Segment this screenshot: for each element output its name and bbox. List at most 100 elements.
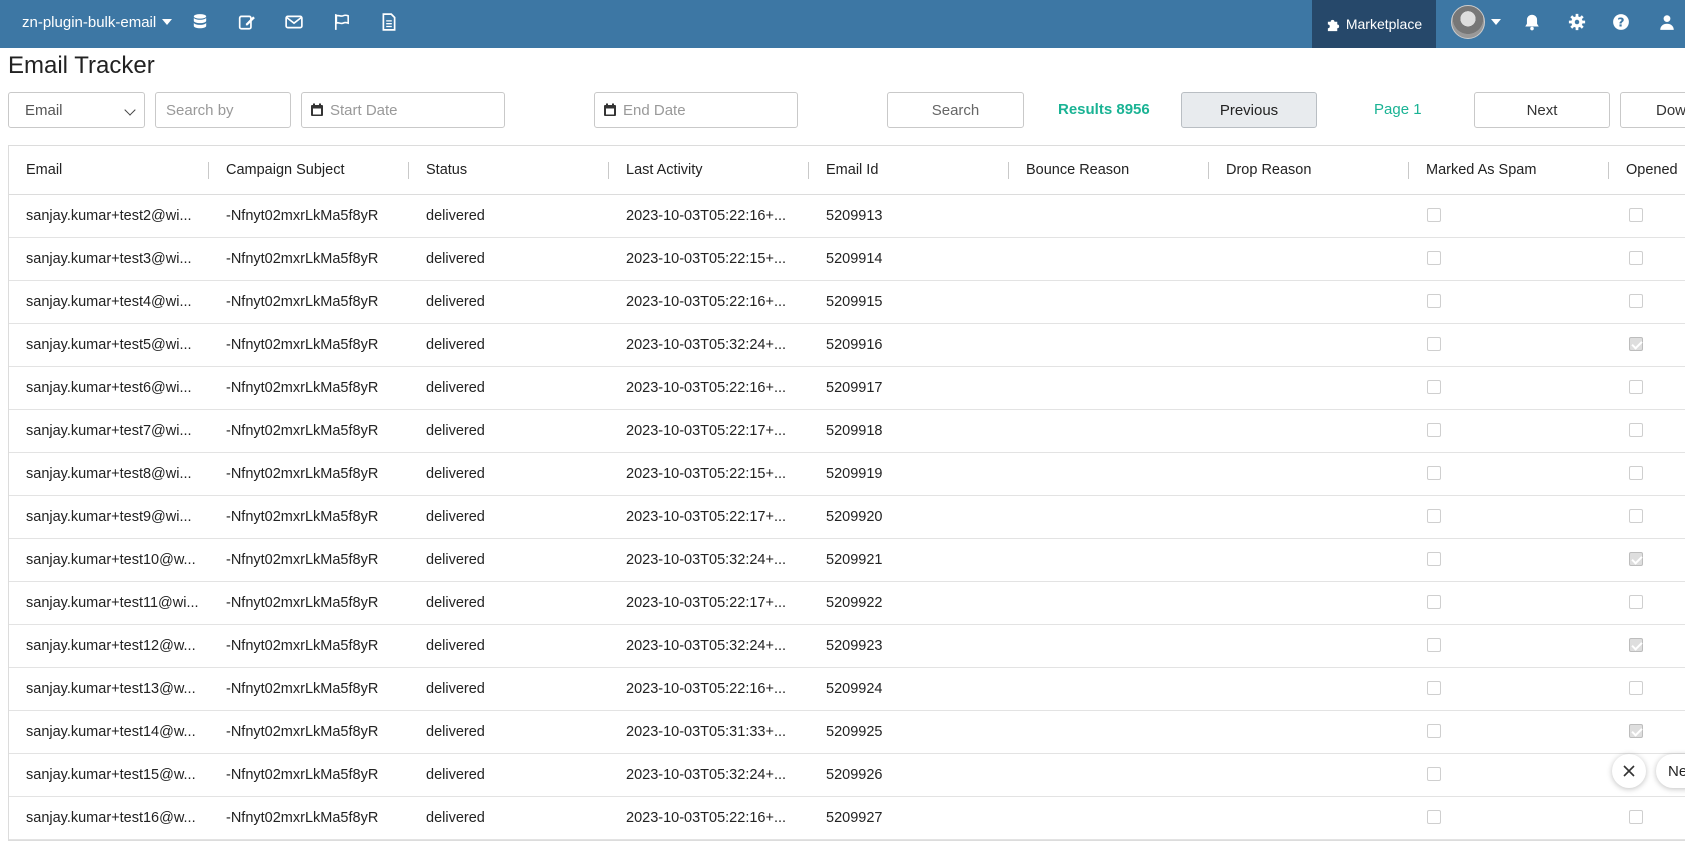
opened-checkbox[interactable] [1629,724,1643,738]
marked-as-spam-checkbox[interactable] [1427,294,1441,308]
page-indicator: Page 1 [1374,101,1422,118]
opened-checkbox[interactable] [1629,380,1643,394]
opened-checkbox[interactable] [1629,251,1643,265]
calendar-icon [604,103,616,116]
column-resize-handle[interactable] [408,162,409,179]
help-icon[interactable]: ? [1610,11,1632,33]
user-menu[interactable] [1451,5,1501,39]
table-row[interactable]: sanjay.kumar+test12@w... -Nfnyt02mxrLkMa5… [9,625,1685,668]
table-row[interactable]: sanjay.kumar+test3@wi... -Nfnyt02mxrLkMa5… [9,238,1685,281]
app-switcher[interactable]: zn-plugin-bulk-email [22,0,173,44]
col-campaign-subject-header[interactable]: Campaign Subject [226,146,345,194]
marketplace-button[interactable]: Marketplace [1312,0,1436,48]
marked-as-spam-checkbox[interactable] [1427,466,1441,480]
marked-as-spam-checkbox[interactable] [1427,337,1441,351]
envelope-icon[interactable] [283,11,305,33]
column-resize-handle[interactable] [1008,162,1009,179]
email-cell: sanjay.kumar+test4@wi... [26,294,192,310]
column-resize-handle[interactable] [208,162,209,179]
marked-as-spam-checkbox[interactable] [1427,681,1441,695]
marked-as-spam-checkbox[interactable] [1427,552,1441,566]
bell-icon[interactable] [1521,11,1543,33]
puzzle-icon [1327,19,1339,31]
table-row[interactable]: sanjay.kumar+test7@wi... -Nfnyt02mxrLkMa5… [9,410,1685,453]
column-resize-handle[interactable] [608,162,609,179]
col-last-activity-header[interactable]: Last Activity [626,146,703,194]
table-row[interactable]: sanjay.kumar+test14@w... -Nfnyt02mxrLkMa5… [9,711,1685,754]
opened-checkbox[interactable] [1629,509,1643,523]
col-email-header[interactable]: Email [26,146,62,194]
marked-as-spam-checkbox[interactable] [1427,380,1441,394]
opened-checkbox[interactable] [1629,208,1643,222]
document-icon[interactable] [378,11,400,33]
table-row[interactable]: sanjay.kumar+test8@wi... -Nfnyt02mxrLkMa5… [9,453,1685,496]
table-body: sanjay.kumar+test2@wi... -Nfnyt02mxrLkMa5… [9,195,1685,840]
status-cell: delivered [426,595,485,611]
table-row[interactable]: sanjay.kumar+test13@w... -Nfnyt02mxrLkMa5… [9,668,1685,711]
table-row[interactable]: sanjay.kumar+test5@wi... -Nfnyt02mxrLkMa5… [9,324,1685,367]
table-row[interactable]: sanjay.kumar+test9@wi... -Nfnyt02mxrLkMa5… [9,496,1685,539]
table-row[interactable]: sanjay.kumar+test11@wi... -Nfnyt02mxrLkMa… [9,582,1685,625]
opened-checkbox[interactable] [1629,294,1643,308]
end-date-field[interactable]: End Date [594,92,798,128]
email-cell: sanjay.kumar+test9@wi... [26,509,192,525]
marked-as-spam-checkbox[interactable] [1427,767,1441,781]
marked-as-spam-checkbox[interactable] [1427,638,1441,652]
database-icon[interactable] [189,11,211,33]
opened-checkbox[interactable] [1629,466,1643,480]
close-chat-button[interactable] [1612,754,1646,788]
user-group-icon[interactable] [1656,11,1678,33]
table-row[interactable]: sanjay.kumar+test16@w... -Nfnyt02mxrLkMa5… [9,797,1685,840]
status-cell: delivered [426,810,485,826]
email-cell: sanjay.kumar+test15@w... [26,767,196,783]
marked-as-spam-checkbox[interactable] [1427,251,1441,265]
table-row[interactable]: sanjay.kumar+test10@w... -Nfnyt02mxrLkMa5… [9,539,1685,582]
email-cell: sanjay.kumar+test5@wi... [26,337,192,353]
campaign-subject-cell: -Nfnyt02mxrLkMa5f8yR [226,810,379,826]
column-resize-handle[interactable] [1208,162,1209,179]
gear-icon[interactable] [1566,11,1588,33]
chat-widget[interactable]: Ne [1656,754,1685,788]
next-button[interactable]: Next [1474,92,1610,128]
col-email-id-header[interactable]: Email Id [826,146,878,194]
col-drop-reason-header[interactable]: Drop Reason [1226,146,1311,194]
opened-checkbox[interactable] [1629,423,1643,437]
opened-checkbox[interactable] [1629,595,1643,609]
col-status-header[interactable]: Status [426,146,467,194]
marked-as-spam-checkbox[interactable] [1427,208,1441,222]
download-button[interactable]: Dow [1620,92,1685,128]
column-resize-handle[interactable] [808,162,809,179]
marked-as-spam-checkbox[interactable] [1427,423,1441,437]
col-opened-header[interactable]: Opened [1626,146,1678,194]
email-id-cell: 5209916 [826,337,883,353]
email-id-cell: 5209918 [826,423,883,439]
opened-checkbox[interactable] [1629,337,1643,351]
col-bounce-reason-header[interactable]: Bounce Reason [1026,146,1129,194]
opened-checkbox[interactable] [1629,552,1643,566]
opened-checkbox[interactable] [1629,810,1643,824]
last-activity-cell: 2023-10-03T05:32:24+... [626,638,787,654]
column-resize-handle[interactable] [1408,162,1409,179]
table-row[interactable]: sanjay.kumar+test4@wi... -Nfnyt02mxrLkMa5… [9,281,1685,324]
start-date-field[interactable]: Start Date [301,92,505,128]
previous-button[interactable]: Previous [1181,92,1317,128]
opened-checkbox[interactable] [1629,681,1643,695]
marked-as-spam-checkbox[interactable] [1427,595,1441,609]
table-row[interactable]: sanjay.kumar+test2@wi... -Nfnyt02mxrLkMa5… [9,195,1685,238]
search-button[interactable]: Search [887,92,1024,128]
marked-as-spam-checkbox[interactable] [1427,509,1441,523]
last-activity-cell: 2023-10-03T05:32:24+... [626,767,787,783]
field-select[interactable]: Email [8,92,145,128]
table-row[interactable]: sanjay.kumar+test15@w... -Nfnyt02mxrLkMa5… [9,754,1685,797]
opened-checkbox[interactable] [1629,638,1643,652]
last-activity-cell: 2023-10-03T05:22:16+... [626,810,787,826]
col-marked-as-spam-header[interactable]: Marked As Spam [1426,146,1536,194]
table-row[interactable]: sanjay.kumar+test6@wi... -Nfnyt02mxrLkMa5… [9,367,1685,410]
edit-icon[interactable] [236,11,258,33]
column-resize-handle[interactable] [1608,162,1609,179]
search-input[interactable] [155,92,291,128]
campaign-subject-cell: -Nfnyt02mxrLkMa5f8yR [226,294,379,310]
marked-as-spam-checkbox[interactable] [1427,724,1441,738]
flag-icon[interactable] [331,11,353,33]
marked-as-spam-checkbox[interactable] [1427,810,1441,824]
